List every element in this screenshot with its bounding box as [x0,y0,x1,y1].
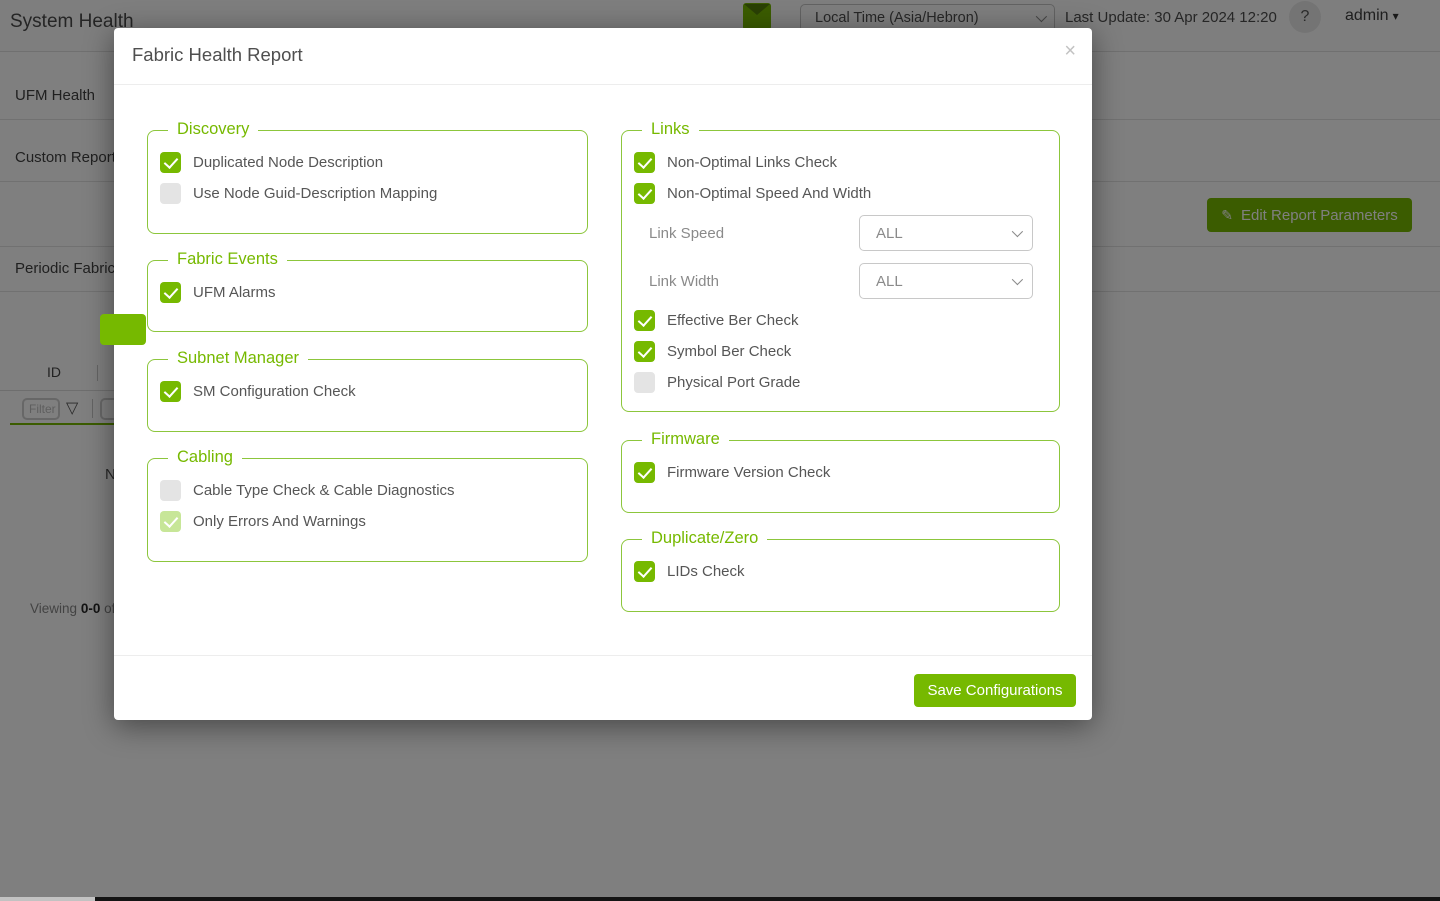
chevron-down-icon [1012,274,1023,285]
link-speed-row: Link Speed ALL [634,209,1059,257]
checkbox[interactable] [160,183,181,204]
close-icon[interactable]: × [1064,41,1076,61]
checkbox[interactable] [160,282,181,303]
checkbox[interactable] [634,462,655,483]
link-width-row: Link Width ALL [634,257,1059,305]
checkbox[interactable] [160,480,181,501]
checkbox-label: Non-Optimal Links Check [667,154,837,171]
checkbox-label: UFM Alarms [193,284,276,301]
link-speed-label: Link Speed [634,225,859,242]
checkbox-label: Non-Optimal Speed And Width [667,185,871,202]
checkbox-label: Cable Type Check & Cable Diagnostics [193,482,455,499]
checkbox-row-sm-configuration-check[interactable]: SM Configuration Check [160,376,587,407]
section-firmware: Firmware Firmware Version Check [621,440,1060,513]
checkbox[interactable] [160,381,181,402]
link-width-value: ALL [876,273,903,290]
checkbox-label: Symbol Ber Check [667,343,791,360]
save-configurations-button[interactable]: Save Configurations [914,674,1076,707]
section-cabling: Cabling Cable Type Check & Cable Diagnos… [147,458,588,562]
checkbox[interactable] [634,310,655,331]
checkbox-row-symbol-ber-check[interactable]: Symbol Ber Check [634,336,1059,367]
scrollbar-track [0,897,95,901]
modal-header: Fabric Health Report × [114,28,1092,85]
section-discovery: Discovery Duplicated Node Description Us… [147,130,588,234]
footer-divider [114,655,1092,656]
chevron-down-icon [1012,226,1023,237]
checkbox-label: Firmware Version Check [667,464,830,481]
checkbox-row-effective-ber-check[interactable]: Effective Ber Check [634,305,1059,336]
bottom-bar[interactable] [95,897,1440,901]
checkbox[interactable] [634,341,655,362]
checkbox-label: Duplicated Node Description [193,154,383,171]
checkbox-row-cable-type-check[interactable]: Cable Type Check & Cable Diagnostics [160,475,587,506]
section-fabric-events: Fabric Events UFM Alarms [147,260,588,332]
checkbox-row-ufm-alarms[interactable]: UFM Alarms [160,277,587,308]
checkbox-row-non-optimal-speed-width[interactable]: Non-Optimal Speed And Width [634,178,1059,209]
checkbox-label: SM Configuration Check [193,383,356,400]
link-speed-value: ALL [876,225,903,242]
checkbox[interactable] [160,511,181,532]
checkbox-row-physical-port-grade[interactable]: Physical Port Grade [634,367,1059,398]
section-duplicate-zero: Duplicate/Zero LIDs Check [621,539,1060,612]
section-links: Links Non-Optimal Links Check Non-Optima… [621,130,1060,412]
link-width-label: Link Width [634,273,859,290]
checkbox-row-node-guid-mapping[interactable]: Use Node Guid-Description Mapping [160,178,587,209]
checkbox[interactable] [634,183,655,204]
checkbox[interactable] [634,152,655,173]
checkbox-row-only-errors-and-warnings[interactable]: Only Errors And Warnings [160,506,587,537]
checkbox-row-duplicated-node-description[interactable]: Duplicated Node Description [160,147,587,178]
checkbox[interactable] [634,561,655,582]
checkbox[interactable] [160,152,181,173]
checkbox-row-firmware-version-check[interactable]: Firmware Version Check [634,457,1059,488]
checkbox-row-lids-check[interactable]: LIDs Check [634,556,1059,587]
section-subnet-manager: Subnet Manager SM Configuration Check [147,359,588,432]
checkbox-label: Use Node Guid-Description Mapping [193,185,437,202]
fabric-health-report-modal: Fabric Health Report × Discovery Duplica… [114,28,1092,720]
checkbox-row-non-optimal-links-check[interactable]: Non-Optimal Links Check [634,147,1059,178]
table-action-button[interactable] [100,314,146,345]
modal-title: Fabric Health Report [132,44,303,66]
checkbox-label: Physical Port Grade [667,374,800,391]
checkbox-label: LIDs Check [667,563,745,580]
checkbox-label: Effective Ber Check [667,312,798,329]
checkbox-label: Only Errors And Warnings [193,513,366,530]
link-speed-select[interactable]: ALL [859,215,1033,251]
checkbox[interactable] [634,372,655,393]
link-width-select[interactable]: ALL [859,263,1033,299]
